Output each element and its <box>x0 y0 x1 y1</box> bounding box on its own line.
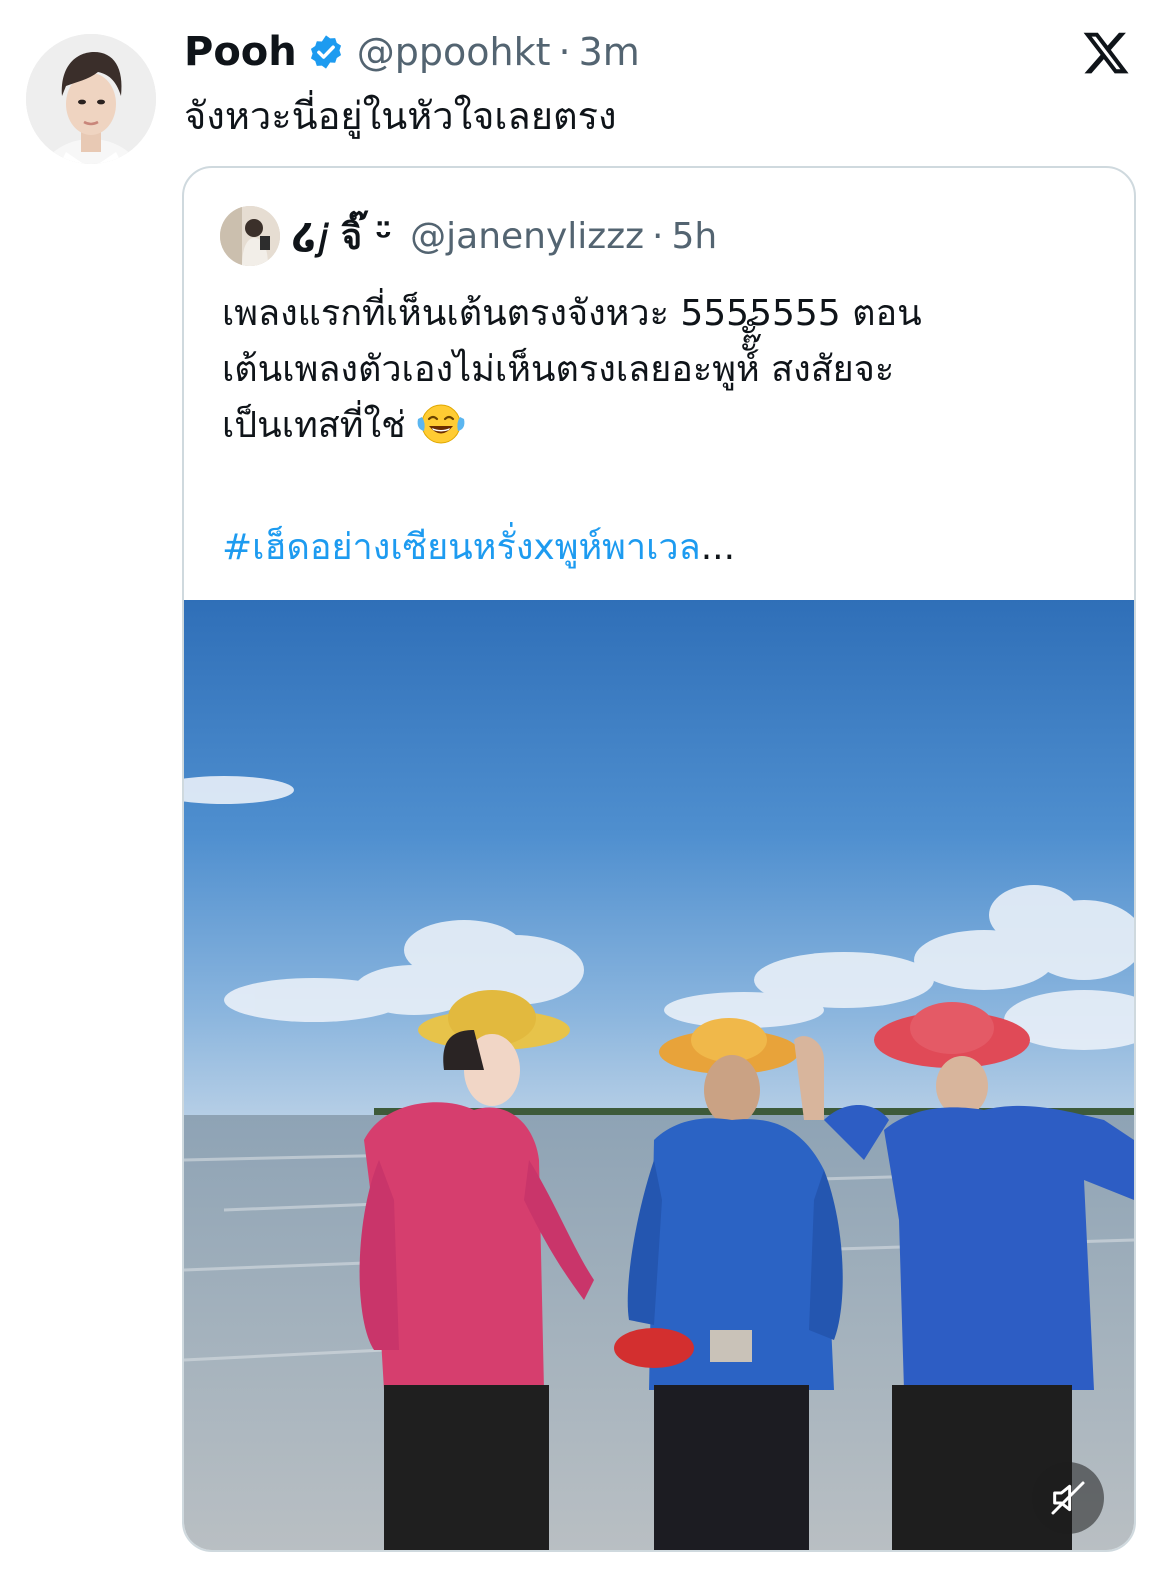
quoted-tweet-timestamp[interactable]: 5h <box>671 216 717 257</box>
author-avatar-image <box>26 34 156 164</box>
separator-dot: · <box>558 30 571 74</box>
author-avatar[interactable] <box>26 34 156 164</box>
author-name[interactable]: Pooh <box>184 29 297 75</box>
video-frame <box>184 600 1134 1550</box>
quoted-text-line-with-emoji: เป็นเทสที่ใช่ <box>222 398 1102 454</box>
hashtag-link[interactable]: #เฮ็ดอย่างเซียนหรั่งxพูห์พาเวล <box>222 527 701 568</box>
tweet-text: จังหวะนี่อยู่ในหัวใจเลยตรง <box>184 94 617 138</box>
quoted-author-avatar[interactable] <box>220 206 280 266</box>
tweet-timestamp[interactable]: 3m <box>579 30 640 74</box>
author-handle[interactable]: @ppoohkt <box>357 30 551 74</box>
quoted-author-name[interactable]: ໒𝑗 จิ๊ ᵕ̈ <box>292 208 392 265</box>
quoted-text-line: เต้นเพลงตัวเองไม่เห็นตรงเลยอะพูห์ั๊ั์ สง… <box>222 349 895 390</box>
verified-badge-icon <box>310 35 341 69</box>
separator-dot: · <box>652 215 664 257</box>
x-logo-icon[interactable] <box>1080 28 1132 78</box>
tweet-screenshot: Pooh @ppoohkt · 3m จังหวะนี่อยู่ในหัวใจเ… <box>0 0 1169 1577</box>
quoted-text-line: เพลงแรกที่เห็นเต้นตรงจังหวะ 5555555 ตอน <box>222 293 922 334</box>
show-more-ellipsis[interactable]: ... <box>701 527 735 568</box>
quoted-author-handle[interactable]: @janenylizzz <box>410 216 644 257</box>
quoted-tweet-text: เพลงแรกที่เห็นเต้นตรงจังหวะ 5555555 ตอน … <box>222 286 1102 454</box>
quoted-video[interactable] <box>184 600 1134 1550</box>
tweet-header: Pooh @ppoohkt · 3m <box>184 22 640 82</box>
quoted-tweet-card[interactable]: ໒𝑗 จิ๊ ᵕ̈ @janenylizzz · 5h เพลงแรกที่เห… <box>182 166 1136 1552</box>
hashtag-line: #เฮ็ดอย่างเซียนหรั่งxพูห์พาเวล... <box>222 520 735 576</box>
quoted-tweet-header: ໒𝑗 จิ๊ ᵕ̈ @janenylizzz · 5h <box>220 204 717 268</box>
quoted-text-line: เป็นเทสที่ใช่ <box>222 405 406 446</box>
mute-toggle-button[interactable] <box>1032 1462 1104 1534</box>
tears-of-joy-emoji-icon <box>417 404 464 444</box>
quoted-author-avatar-image <box>220 206 280 266</box>
speaker-muted-icon <box>1051 1481 1085 1515</box>
